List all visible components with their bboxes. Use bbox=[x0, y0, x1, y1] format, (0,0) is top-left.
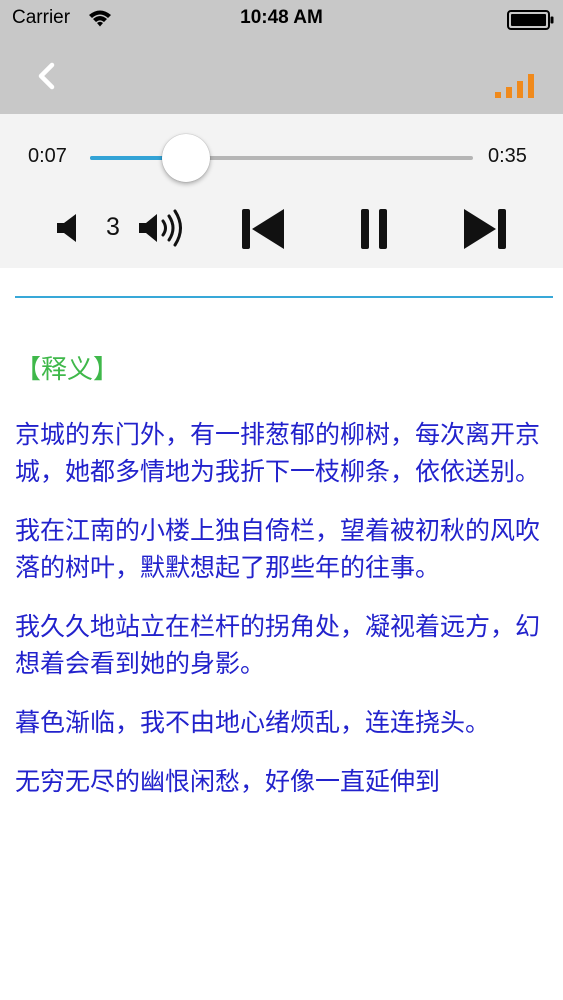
next-track-icon[interactable] bbox=[462, 207, 508, 251]
paragraph: 暮色渐临，我不由地心绪烦乱，连连挠头。 bbox=[15, 708, 491, 737]
content-area: 【释义】 京城的东门外，有一排葱郁的柳树，每次离开京城，她都多情地为我折下一枝柳… bbox=[15, 336, 555, 822]
paragraph: 京城的东门外，有一排葱郁的柳树，每次离开京城，她都多情地为我折下一枝柳条，依依送… bbox=[15, 420, 541, 486]
navigation-bar bbox=[0, 38, 563, 114]
paragraph: 无穷无尽的幽恨闲愁，好像一直延伸到 bbox=[15, 767, 441, 796]
signal-bars-icon[interactable] bbox=[494, 72, 538, 98]
pause-icon[interactable] bbox=[359, 207, 389, 251]
volume-down-icon[interactable] bbox=[55, 212, 81, 244]
content-divider bbox=[15, 296, 553, 298]
progress-thumb[interactable] bbox=[161, 134, 210, 182]
section-label: 【释义】 bbox=[15, 355, 120, 385]
clock: 10:48 AM bbox=[240, 7, 323, 28]
previous-track-icon[interactable] bbox=[240, 207, 286, 251]
battery-icon bbox=[507, 10, 554, 30]
audio-player: 0:07 0:35 3 bbox=[0, 114, 563, 268]
volume-up-icon[interactable] bbox=[137, 208, 191, 248]
chevron-left-icon[interactable] bbox=[30, 58, 66, 94]
paragraph: 我在江南的小楼上独自倚栏，望着被初秋的风吹落的树叶，默默想起了那些年的往事。 bbox=[15, 516, 541, 582]
volume-level: 3 bbox=[106, 213, 120, 241]
progress-slider[interactable] bbox=[90, 134, 473, 182]
status-bar: Carrier 10:48 AM bbox=[0, 0, 563, 38]
current-time: 0:07 bbox=[28, 145, 67, 167]
total-time: 0:35 bbox=[488, 145, 527, 167]
paragraph: 我久久地站立在栏杆的拐角处，凝视着远方，幻想着会看到她的身影。 bbox=[15, 612, 541, 678]
